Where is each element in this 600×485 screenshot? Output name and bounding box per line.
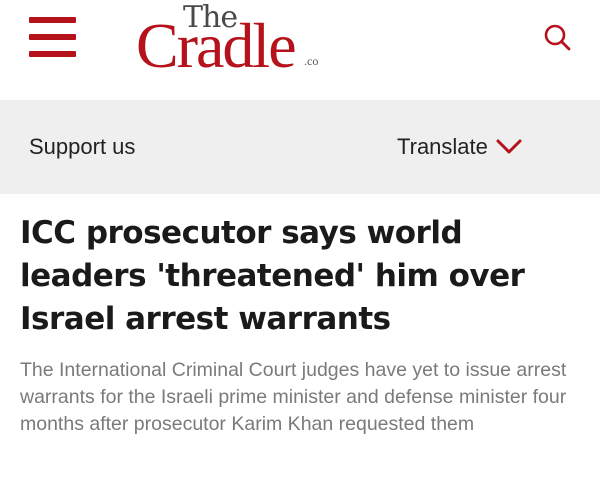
article-headline[interactable]: ICC prosecutor says world leaders 'threa… (20, 212, 585, 341)
site-header: The Cradle .co (0, 0, 600, 100)
menu-bar (29, 17, 76, 23)
article-summary: The International Criminal Court judges … (20, 359, 567, 435)
menu-bar (29, 51, 76, 57)
hamburger-menu-icon[interactable] (29, 17, 76, 58)
logo-co: .co (304, 54, 319, 68)
translate-dropdown[interactable]: Translate (397, 134, 522, 160)
support-us-link[interactable]: Support us (29, 134, 135, 160)
support-bar: Support us Translate (0, 100, 600, 194)
translate-label: Translate (397, 134, 488, 159)
menu-bar (29, 34, 76, 40)
logo-cradle: Cradle (136, 10, 297, 81)
site-logo[interactable]: The Cradle .co (136, 0, 336, 80)
search-icon[interactable] (542, 22, 572, 52)
chevron-down-icon (496, 139, 522, 154)
